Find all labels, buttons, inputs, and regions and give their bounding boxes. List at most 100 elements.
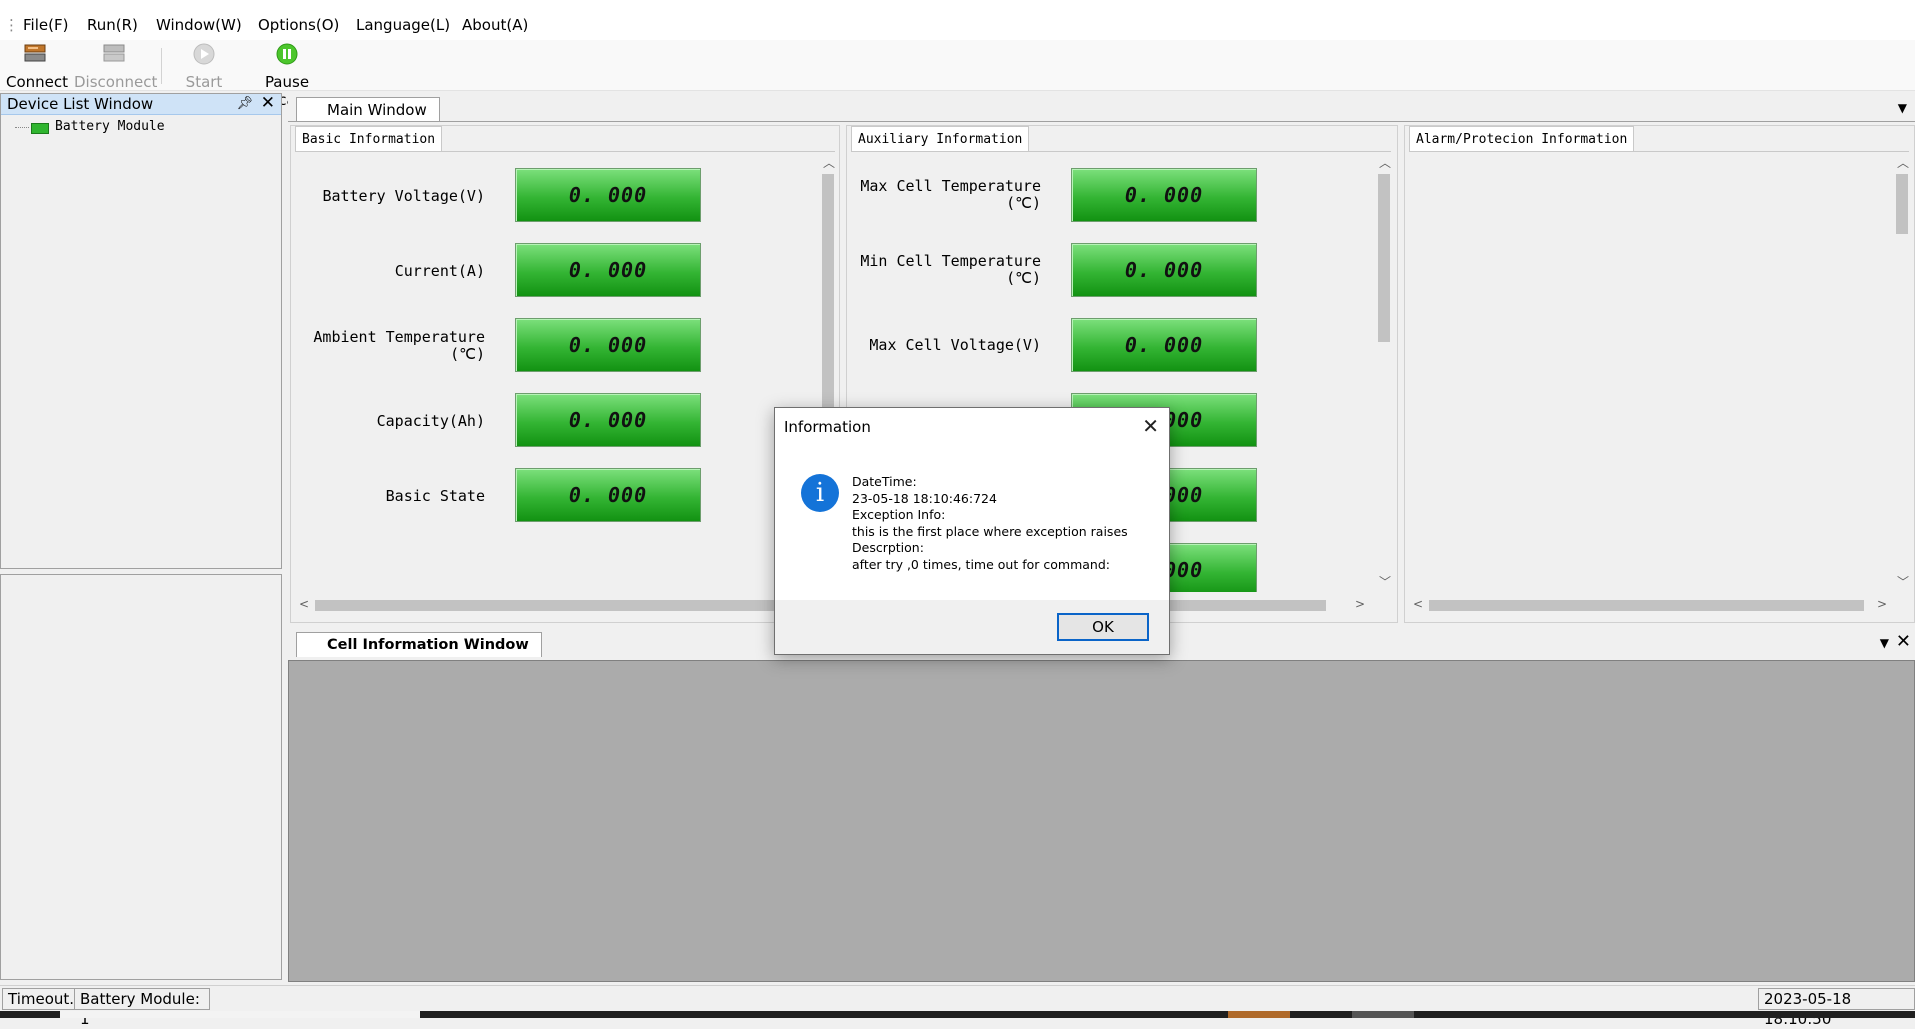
row-label: Capacity(Ah) xyxy=(376,412,485,430)
basic-information-content: Battery Voltage(V) 0. 000 Current(A) 0. … xyxy=(295,151,835,592)
menu-grip-icon: ⋮ xyxy=(4,16,19,34)
basic-information-panel: Basic Information Battery Voltage(V) 0. … xyxy=(290,125,840,623)
disconnect-button[interactable]: Disconnect xyxy=(74,42,158,91)
message-line: after try ,0 times, time out for command… xyxy=(852,556,1110,572)
taskbar xyxy=(0,1011,1915,1018)
status-datetime: 2023-05-18 18:10:50 xyxy=(1758,988,1915,1028)
tree-line xyxy=(15,127,29,128)
value-box: 0. 000 xyxy=(1071,168,1257,222)
value-box: 0. 000 xyxy=(515,168,701,222)
properties-panel xyxy=(0,574,282,980)
scroll-down-icon[interactable]: ﹀ xyxy=(1897,573,1909,590)
scroll-left-icon[interactable]: < xyxy=(299,597,309,611)
row-label: Min Cell Temperature (℃) xyxy=(860,252,1041,287)
message-line: 23-05-18 18:10:46:724 xyxy=(852,490,997,506)
dialog-message: DateTime: 23-05-18 18:10:46:724 Exceptio… xyxy=(852,474,1128,573)
row-label: Ambient Temperature (℃) xyxy=(313,328,485,363)
title-bar xyxy=(0,0,1915,10)
dialog-title: Information xyxy=(784,418,871,436)
pin-icon[interactable]: 📌︎ xyxy=(236,94,253,114)
play-icon xyxy=(193,43,215,65)
horizontal-scrollbar[interactable]: < > xyxy=(1409,596,1889,614)
tab-cell-information[interactable]: Cell Information Window xyxy=(296,632,542,657)
alarm-protection-content xyxy=(1409,151,1909,592)
pause-icon xyxy=(276,43,298,65)
dialog-footer: OK xyxy=(775,600,1169,654)
scrollbar-thumb[interactable] xyxy=(315,600,775,611)
menu-run[interactable]: Run(R) xyxy=(87,16,138,34)
tab-main-window[interactable]: Main Window xyxy=(296,97,440,122)
menu-window[interactable]: Window(W) xyxy=(156,16,242,34)
taskbar-app xyxy=(1352,1011,1414,1018)
basic-information-tab[interactable]: Basic Information xyxy=(295,126,443,152)
information-dialog: Information ✕ i DateTime: 23-05-18 18:10… xyxy=(774,407,1170,655)
auxiliary-information-tab[interactable]: Auxiliary Information xyxy=(851,126,1030,152)
value-box: 0. 000 xyxy=(1071,243,1257,297)
disconnect-label: Disconnect xyxy=(74,73,158,91)
value-box: 0. 000 xyxy=(1071,318,1257,372)
taskbar-window xyxy=(60,1011,420,1018)
dropdown-arrow-icon[interactable]: ▼ xyxy=(1880,636,1889,650)
row-label: Max Cell Voltage(V) xyxy=(869,336,1041,354)
info-icon: i xyxy=(801,474,839,512)
vertical-scrollbar[interactable]: ︿ ﹀ xyxy=(1375,152,1393,592)
status-bar: Timeout. Battery Module: 1 2023-05-18 18… xyxy=(0,985,1915,1028)
taskbar-app xyxy=(1228,1011,1290,1018)
close-icon[interactable]: ✕ xyxy=(261,93,275,113)
value-box: 0. 000 xyxy=(515,243,701,297)
message-line: DateTime: xyxy=(852,474,917,489)
scroll-right-icon[interactable]: > xyxy=(1355,597,1365,611)
scroll-up-icon[interactable]: ︿ xyxy=(1379,154,1391,171)
row-label: Max Cell Temperature (℃) xyxy=(860,177,1041,212)
scrollbar-thumb[interactable] xyxy=(1429,600,1864,611)
tab-main-window-label: Main Window xyxy=(327,101,427,119)
toolbar-separator xyxy=(161,48,162,84)
menu-options[interactable]: Options(O) xyxy=(258,16,339,34)
menu-file[interactable]: File(F) xyxy=(23,16,68,34)
device-list-title: Device List Window xyxy=(7,95,154,113)
status-timeout: Timeout. xyxy=(2,988,81,1010)
battery-icon xyxy=(31,123,49,134)
close-icon[interactable]: ✕ xyxy=(1142,414,1159,438)
alarm-protection-tab[interactable]: Alarm/Protecion Information xyxy=(1409,126,1635,152)
message-line: Descrption: xyxy=(852,540,924,555)
connect-label: Connect xyxy=(6,73,69,91)
tab-cell-information-label: Cell Information Window xyxy=(327,637,529,653)
scrollbar-thumb[interactable] xyxy=(822,174,834,414)
row-label: Battery Voltage(V) xyxy=(322,187,485,205)
horizontal-scrollbar[interactable]: < xyxy=(295,596,815,614)
connect-button[interactable]: Connect xyxy=(6,42,69,91)
menu-bar: ⋮ File(F) Run(R) Window(W) Options(O) La… xyxy=(0,10,1915,40)
scrollbar-thumb[interactable] xyxy=(1378,174,1390,342)
scroll-down-icon[interactable]: ﹀ xyxy=(1379,573,1391,590)
close-icon[interactable]: ✕ xyxy=(1896,631,1911,652)
scroll-up-icon[interactable]: ︿ xyxy=(1897,154,1909,171)
message-line: this is the first place where exception … xyxy=(852,523,1128,539)
value-box: 0. 000 xyxy=(515,393,701,447)
tab-divider xyxy=(288,121,1915,122)
scroll-up-icon[interactable]: ︿ xyxy=(823,154,835,171)
scroll-right-icon[interactable]: > xyxy=(1877,597,1887,611)
menu-about[interactable]: About(A) xyxy=(462,16,528,34)
row-label: Basic State xyxy=(385,487,485,505)
device-list-header: Device List Window 📌︎ ✕ xyxy=(1,93,281,115)
cell-information-content xyxy=(288,660,1915,982)
alarm-protection-panel: Alarm/Protecion Information ︿ ﹀ < > xyxy=(1404,125,1915,623)
scrollbar-thumb[interactable] xyxy=(1896,174,1908,234)
vertical-scrollbar[interactable]: ︿ ﹀ xyxy=(1893,152,1911,592)
device-list-window: Device List Window 📌︎ ✕ Battery Module xyxy=(0,93,282,569)
tree-item-label: Battery Module xyxy=(55,119,165,134)
cell-information-window: Cell Information Window ▼ ✕ xyxy=(288,630,1915,982)
value-box: 0. 000 xyxy=(515,318,701,372)
menu-language[interactable]: Language(L) xyxy=(356,16,450,34)
toolbar: Connect Disconnect Start Scan Pause Scan xyxy=(0,40,1915,109)
row-label: Current(A) xyxy=(394,262,485,280)
connect-icon xyxy=(24,44,46,62)
status-module-count: Battery Module: 1 xyxy=(74,988,210,1028)
value-box: 0. 000 xyxy=(515,468,701,522)
scroll-left-icon[interactable]: < xyxy=(1413,597,1423,611)
disconnect-icon xyxy=(103,44,125,62)
ok-button[interactable]: OK xyxy=(1057,613,1149,641)
dropdown-arrow-icon[interactable]: ▼ xyxy=(1898,101,1907,115)
tree-item-battery-module[interactable]: Battery Module xyxy=(13,119,263,137)
